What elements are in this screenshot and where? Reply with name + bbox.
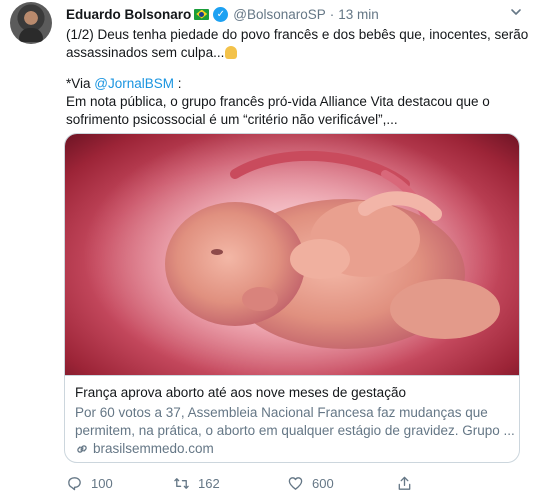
share-button[interactable] [396, 474, 421, 492]
tweet-text-line: (1/2) Deus tenha piedade do povo francês… [66, 27, 529, 42]
card-domain[interactable]: brasilsemmedo.com [75, 440, 214, 458]
note-text-line: Em nota pública, o grupo francês pró-vid… [66, 94, 490, 109]
like-button[interactable]: 600 [287, 474, 334, 492]
card-domain-text: brasilsemmedo.com [93, 441, 214, 456]
author-name[interactable]: Eduardo Bolsonaro [66, 7, 191, 22]
card-image[interactable] [65, 134, 519, 375]
via-suffix: : [174, 76, 182, 91]
tweet[interactable]: Eduardo Bolsonaro ✓ @BolsonaroSP · 13 mi… [0, 0, 535, 494]
mention-link[interactable]: @JornalBSM [94, 76, 174, 91]
praying-hands-icon [225, 46, 238, 59]
like-icon [288, 476, 303, 490]
tweet-text-fragment: assassinados sem culpa... [66, 45, 225, 60]
via-prefix: *Via [66, 76, 95, 91]
link-icon [77, 445, 87, 453]
card-title[interactable]: França aprova aborto até aos nove meses … [75, 384, 515, 402]
tweet-timestamp[interactable]: 13 min [338, 7, 379, 22]
retweet-button[interactable]: 162 [173, 474, 220, 492]
header-separator: · [329, 6, 335, 22]
retweet-count: 162 [198, 475, 220, 491]
avatar[interactable] [10, 2, 52, 44]
tweet-actions: 100 162 600 [66, 474, 446, 492]
note-text-line: sofrimento psicossocial é um “critério n… [66, 112, 398, 127]
via-line: *Via @JornalBSM : [66, 75, 528, 93]
reply-button[interactable]: 100 [66, 474, 113, 492]
tweet-text: (1/2) Deus tenha piedade do povo francês… [66, 26, 528, 129]
brazil-flag-icon [194, 8, 210, 20]
verified-icon: ✓ [213, 6, 229, 22]
like-count: 600 [312, 475, 334, 491]
share-icon [398, 476, 411, 490]
card-description-line: permitem, na prática, o aborto em qualqu… [75, 423, 515, 438]
link-preview-card[interactable]: França aprova aborto até aos nove meses … [64, 133, 520, 463]
retweet-icon [174, 477, 189, 489]
card-description-line: Por 60 votos a 37, Assembleia Nacional F… [75, 405, 488, 420]
card-description: Por 60 votos a 37, Assembleia Nacional F… [75, 404, 515, 440]
reply-icon [68, 476, 81, 490]
tweet-text-line: assassinados sem culpa... [66, 44, 528, 62]
author-handle[interactable]: @BolsonaroSP [233, 7, 326, 22]
reply-count: 100 [91, 475, 113, 491]
tweet-header: Eduardo Bolsonaro ✓ @BolsonaroSP · 13 mi… [66, 5, 379, 23]
chevron-down-icon[interactable] [510, 6, 522, 18]
